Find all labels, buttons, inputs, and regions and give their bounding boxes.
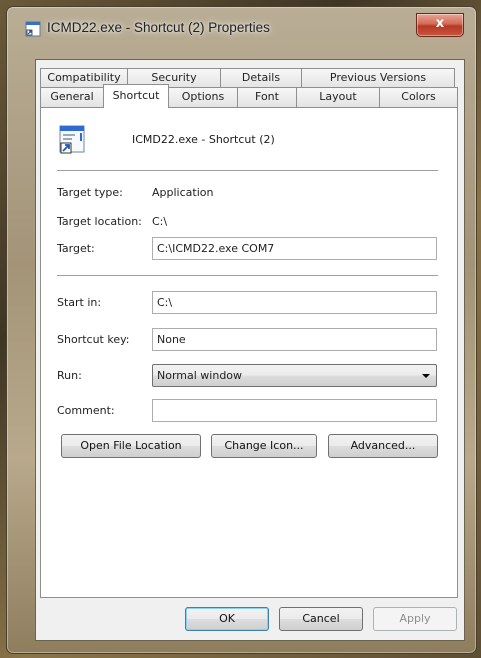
title-bar[interactable]: ICMD22.exe - Shortcut (2) Properties x [7,7,476,39]
properties-window: ICMD22.exe - Shortcut (2) Properties x C… [6,6,477,654]
shortcut-app-icon [25,21,41,37]
dropdown-arrow-icon [422,374,430,378]
advanced-button[interactable]: Advanced... [328,434,438,458]
shortcut-name: ICMD22.exe - Shortcut (2) [132,133,275,146]
application-icon [59,125,85,154]
tab-colors[interactable]: Colors [379,87,458,107]
target-field[interactable]: C:\ICMD22.exe COM7 [152,237,437,260]
comment-field[interactable] [152,399,437,422]
start-in-label: Start in: [57,296,102,309]
target-location-label: Target location: [57,215,142,228]
tab-previous-versions[interactable]: Previous Versions [301,68,455,88]
separator [57,170,438,172]
window-title: ICMD22.exe - Shortcut (2) Properties [47,20,270,35]
tab-shortcut[interactable]: Shortcut [103,84,169,108]
tab-options[interactable]: Options [168,87,238,107]
target-location-value: C:\ [152,215,168,228]
change-icon-button[interactable]: Change Icon... [211,434,317,458]
target-type-value: Application [152,186,214,199]
tab-row-front: General Shortcut Options Font Layout Col… [40,84,458,108]
shortcut-key-label: Shortcut key: [57,333,130,346]
run-select[interactable]: Normal window [152,364,437,387]
separator [57,275,438,277]
run-select-value: Normal window [157,369,243,382]
comment-label: Comment: [57,404,115,417]
tab-font[interactable]: Font [237,87,297,107]
shortcut-key-field[interactable]: None [152,328,437,351]
close-button[interactable]: x [416,13,464,37]
open-file-location-button[interactable]: Open File Location [61,434,201,458]
tab-layout[interactable]: Layout [296,87,380,107]
tab-details[interactable]: Details [220,68,302,88]
ok-button[interactable]: OK [185,607,269,631]
run-label: Run: [57,369,82,382]
dialog-client-area: Compatibility Security Details Previous … [35,59,465,641]
start-in-field[interactable]: C:\ [152,291,437,314]
tab-general[interactable]: General [40,87,104,107]
cancel-button[interactable]: Cancel [279,607,363,631]
apply-button[interactable]: Apply [373,607,457,631]
target-label: Target: [57,242,95,255]
target-type-label: Target type: [57,186,123,199]
shortcut-tab-panel: ICMD22.exe - Shortcut (2) Target type: A… [40,107,458,598]
